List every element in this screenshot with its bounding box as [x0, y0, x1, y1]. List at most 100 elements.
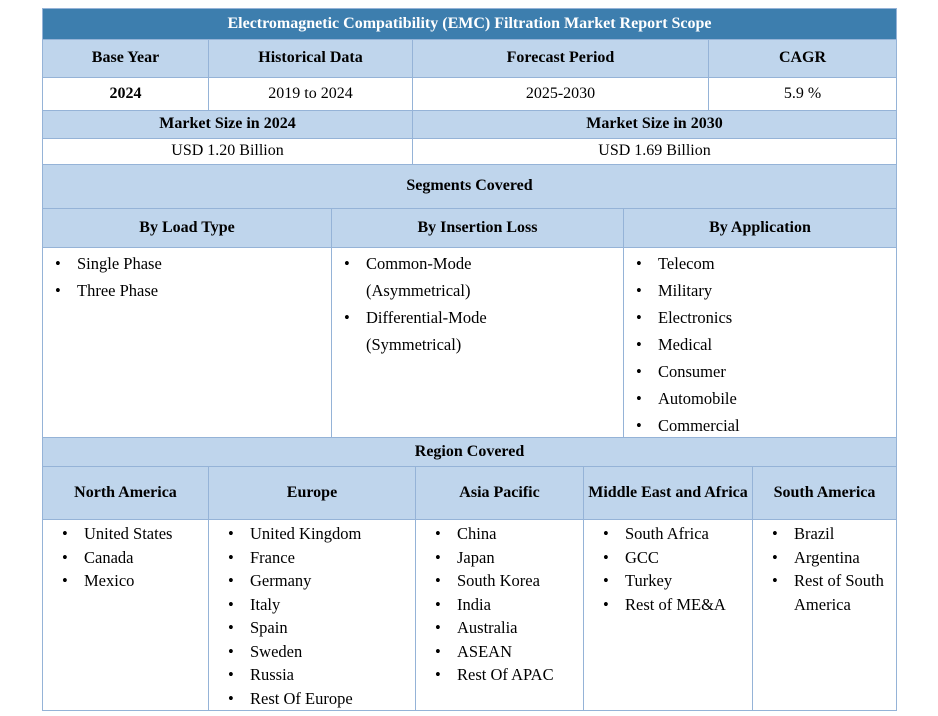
list-item-text: Germany: [250, 571, 312, 590]
list-item: • Japan: [416, 546, 583, 570]
market-size-2030-value: USD 1.69 Billion: [598, 142, 711, 160]
list-item: • India: [416, 593, 583, 617]
segments-list-row: • Single Phase • Three Phase • Common-Mode (…: [43, 248, 896, 438]
list-item: • ASEAN: [416, 640, 583, 664]
list-item-text: Rest of ME&A: [625, 594, 726, 614]
list-item-text: GCC: [625, 547, 659, 567]
list-item-text: Spain: [250, 618, 288, 637]
list-item-text: Single Phase: [77, 254, 162, 273]
list-item: • South Africa: [584, 522, 752, 546]
list-item-text: Commercial: [658, 416, 740, 435]
base-year-value: 2024: [43, 78, 209, 110]
forecast-period-value: 2025-2030: [413, 78, 709, 110]
historical-data-header: Historical Data: [209, 40, 413, 77]
bullet-icon: •: [772, 524, 778, 543]
list-item-text: Sweden: [250, 641, 303, 661]
bullet-icon: •: [636, 389, 642, 408]
bullet-icon: •: [228, 524, 234, 543]
regions-section-row: Region Covered: [43, 438, 896, 467]
list-item-text: China: [457, 524, 497, 543]
list-item: • Single Phase: [43, 250, 331, 277]
market-size-value-row: USD 1.20 Billion USD 1.69 Billion: [43, 139, 896, 165]
bullet-icon: •: [636, 281, 642, 300]
list-item: • South Korea: [416, 569, 583, 593]
list-item-text: Military: [658, 281, 713, 300]
market-size-header-row: Market Size in 2024 Market Size in 2030: [43, 111, 896, 139]
by-application-header: By Application: [624, 209, 896, 247]
page-title: Electromagnetic Compatibility (EMC) Filt…: [43, 9, 896, 39]
application-list-cell: • Telecom • Military • Electronics • Medical • Co…: [624, 248, 896, 437]
list-item: • Mexico: [43, 569, 208, 593]
bullet-icon: •: [62, 547, 68, 567]
list-item: • Sweden: [209, 640, 415, 664]
list-item: • Rest Of APAC: [416, 663, 583, 687]
list-item-text: Automobile: [658, 389, 737, 408]
list-item-text: United Kingdom: [250, 524, 362, 543]
north-america-list-cell: • United States • Canada • Mexico: [43, 520, 209, 710]
europe-header: Europe: [209, 467, 416, 519]
insertion-loss-list-cell: • Common-Mode (Asymmetrical) • Differential…: [332, 248, 624, 437]
load-type-list-cell: • Single Phase • Three Phase: [43, 248, 332, 437]
bullet-icon: •: [62, 571, 68, 590]
list-item: • Italy: [209, 593, 415, 617]
bullet-icon: •: [344, 308, 350, 327]
middle-east-africa-list: • South Africa • GCC • Turkey • Rest of ME&A: [584, 522, 752, 616]
bullet-icon: •: [603, 547, 609, 567]
list-item-text: South Africa: [625, 524, 709, 543]
bullet-icon: •: [636, 308, 642, 327]
list-item-text: France: [250, 547, 295, 567]
overview-value-row: 2024 2019 to 2024 2025-2030 5.9 %: [43, 78, 896, 111]
market-size-2024-value: USD 1.20 Billion: [43, 139, 413, 164]
list-item-text: Consumer: [658, 362, 726, 381]
bullet-icon: •: [62, 524, 68, 543]
list-item-text: United States: [84, 524, 173, 543]
list-item-text: Rest Of APAC: [457, 665, 554, 684]
europe-list: • United Kingdom • France • Germany • Italy • Spa…: [209, 522, 415, 710]
list-item: • Three Phase: [43, 277, 331, 304]
bullet-icon: •: [228, 688, 234, 708]
north-america-header: North America: [43, 467, 209, 519]
list-item-text: Common-Mode (Asymmetrical): [366, 254, 472, 300]
bullet-icon: •: [228, 665, 234, 684]
list-item: • Electronics: [624, 304, 896, 331]
list-item: • Rest Of Europe: [209, 687, 415, 711]
list-item: • Rest of ME&A: [584, 593, 752, 617]
list-item: • Medical: [624, 331, 896, 358]
bullet-icon: •: [228, 618, 234, 637]
historical-data-value: 2019 to 2024: [209, 78, 413, 110]
overview-header-row: Base Year Historical Data Forecast Perio…: [43, 40, 896, 78]
list-item-text: Mexico: [84, 571, 135, 590]
list-item-text: Japan: [457, 547, 495, 567]
list-item: • United Kingdom: [209, 522, 415, 546]
by-load-type-header: By Load Type: [43, 209, 332, 247]
base-year-header: Base Year: [43, 40, 209, 77]
list-item-text: Canada: [84, 547, 134, 567]
market-size-2030-header: Market Size in 2030: [413, 111, 896, 138]
list-item-text: ASEAN: [457, 641, 513, 661]
cagr-header: CAGR: [709, 40, 896, 77]
bullet-icon: •: [55, 254, 61, 273]
list-item-text: Argentina: [794, 547, 860, 567]
bullet-icon: •: [344, 254, 350, 273]
bullet-icon: •: [603, 594, 609, 614]
regions-list-row: • United States • Canada • Mexico • United Kin…: [43, 520, 896, 710]
bullet-icon: •: [228, 641, 234, 661]
south-america-list: • Brazil • Argentina • Rest of South America: [753, 522, 896, 616]
list-item-text: Italy: [250, 594, 281, 614]
bullet-icon: •: [435, 524, 441, 543]
north-america-list: • United States • Canada • Mexico: [43, 522, 208, 593]
list-item-text: South Korea: [457, 571, 540, 590]
list-item: • Military: [624, 277, 896, 304]
list-item: • Russia: [209, 663, 415, 687]
list-item-text: India: [457, 594, 491, 614]
bullet-icon: •: [772, 571, 778, 590]
list-item: • Commercial: [624, 412, 896, 439]
list-item-text: Rest Of Europe: [250, 688, 353, 708]
list-item: • China: [416, 522, 583, 546]
list-item: • Automobile: [624, 385, 896, 412]
list-item-text: Rest of South America: [794, 571, 884, 614]
list-item: • Consumer: [624, 358, 896, 385]
regions-section-title: Region Covered: [43, 438, 896, 466]
bullet-icon: •: [435, 547, 441, 567]
market-size-2024-header: Market Size in 2024: [43, 111, 413, 138]
